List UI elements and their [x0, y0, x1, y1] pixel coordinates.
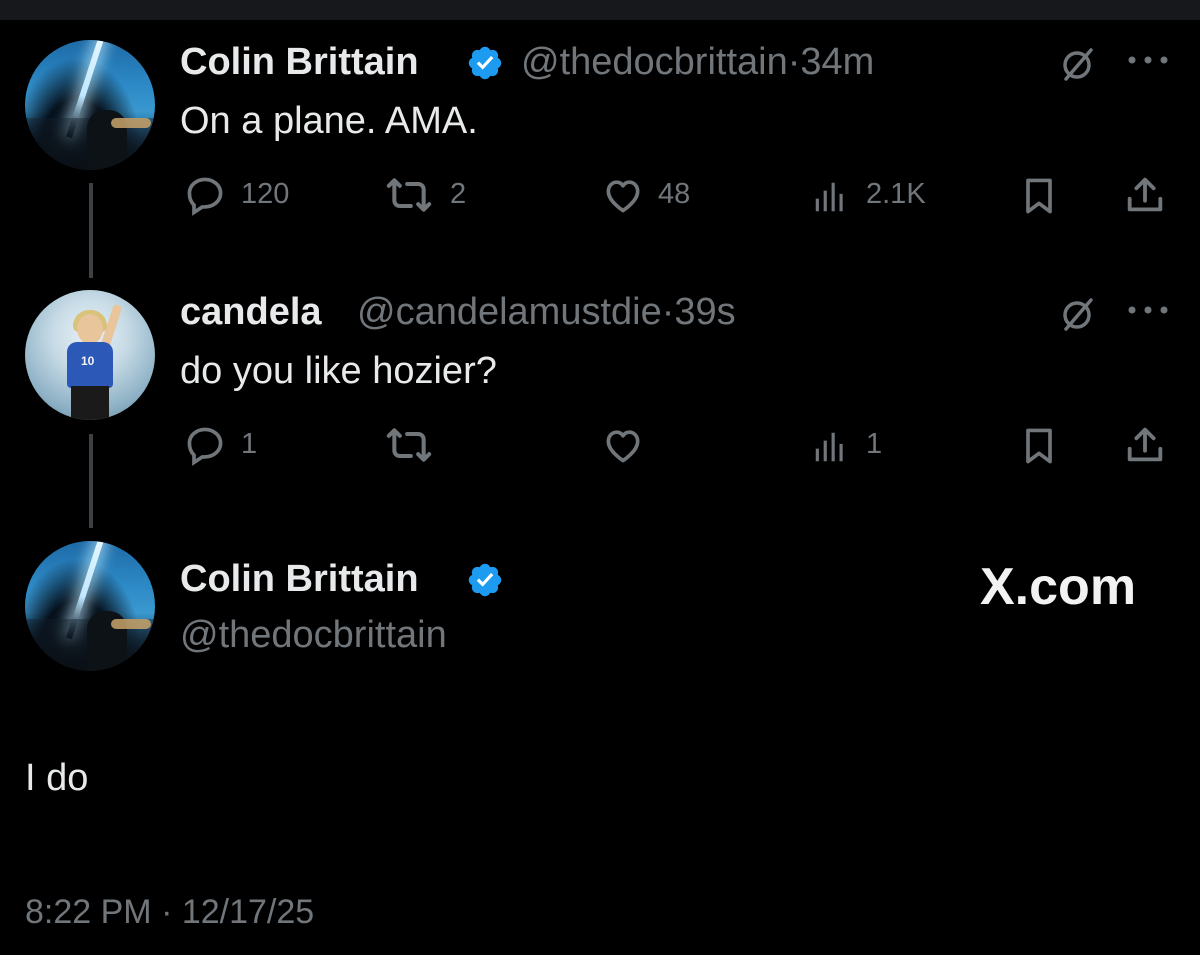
thread-line	[89, 183, 93, 278]
views-count: 1	[866, 428, 883, 460]
avatar-colin-brittain[interactable]	[25, 40, 155, 170]
author-handle-time[interactable]: @candelamustdie·39s	[357, 291, 736, 334]
post-timestamp[interactable]: 8:22 PM · 12/17/25	[25, 893, 314, 932]
repost-icon[interactable]	[381, 173, 437, 217]
tweet-text: do you like hozier?	[180, 350, 497, 392]
reply-count: 120	[241, 178, 290, 210]
grok-icon[interactable]	[1058, 44, 1098, 84]
share-icon[interactable]	[1122, 172, 1168, 218]
reply-icon[interactable]	[183, 423, 227, 467]
author-handle[interactable]: @thedocbrittain	[180, 614, 447, 657]
share-icon[interactable]	[1122, 422, 1168, 468]
reply-text: I do	[25, 757, 89, 799]
more-options-icon[interactable]	[1126, 54, 1170, 66]
reply-count: 1	[241, 428, 258, 460]
bookmark-icon[interactable]	[1017, 423, 1061, 469]
thread-line	[89, 434, 93, 528]
grok-icon[interactable]	[1058, 294, 1098, 334]
verified-badge-icon	[468, 46, 502, 80]
like-icon[interactable]	[600, 173, 646, 217]
like-count: 48	[658, 178, 691, 210]
views-icon[interactable]	[810, 178, 850, 216]
repost-count: 2	[450, 178, 467, 210]
author-handle-time[interactable]: @thedocbrittain·34m	[521, 41, 874, 84]
views-count: 2.1K	[866, 178, 926, 210]
author-name[interactable]: Colin Brittain	[180, 558, 419, 601]
top-bar	[0, 0, 1200, 20]
bookmark-icon[interactable]	[1017, 173, 1061, 219]
more-options-icon[interactable]	[1126, 304, 1170, 316]
author-name[interactable]: Colin Brittain	[180, 41, 419, 84]
author-name[interactable]: candela	[180, 291, 322, 334]
repost-icon[interactable]	[381, 423, 437, 467]
like-icon[interactable]	[600, 423, 646, 467]
x-com-watermark: X.com	[980, 558, 1137, 616]
reply-icon[interactable]	[183, 173, 227, 217]
tweet-text: On a plane. AMA.	[180, 100, 478, 142]
verified-badge-icon	[468, 563, 502, 597]
avatar-colin-brittain[interactable]	[25, 541, 155, 671]
avatar-candela[interactable]: 10	[25, 290, 155, 420]
views-icon[interactable]	[810, 428, 850, 466]
